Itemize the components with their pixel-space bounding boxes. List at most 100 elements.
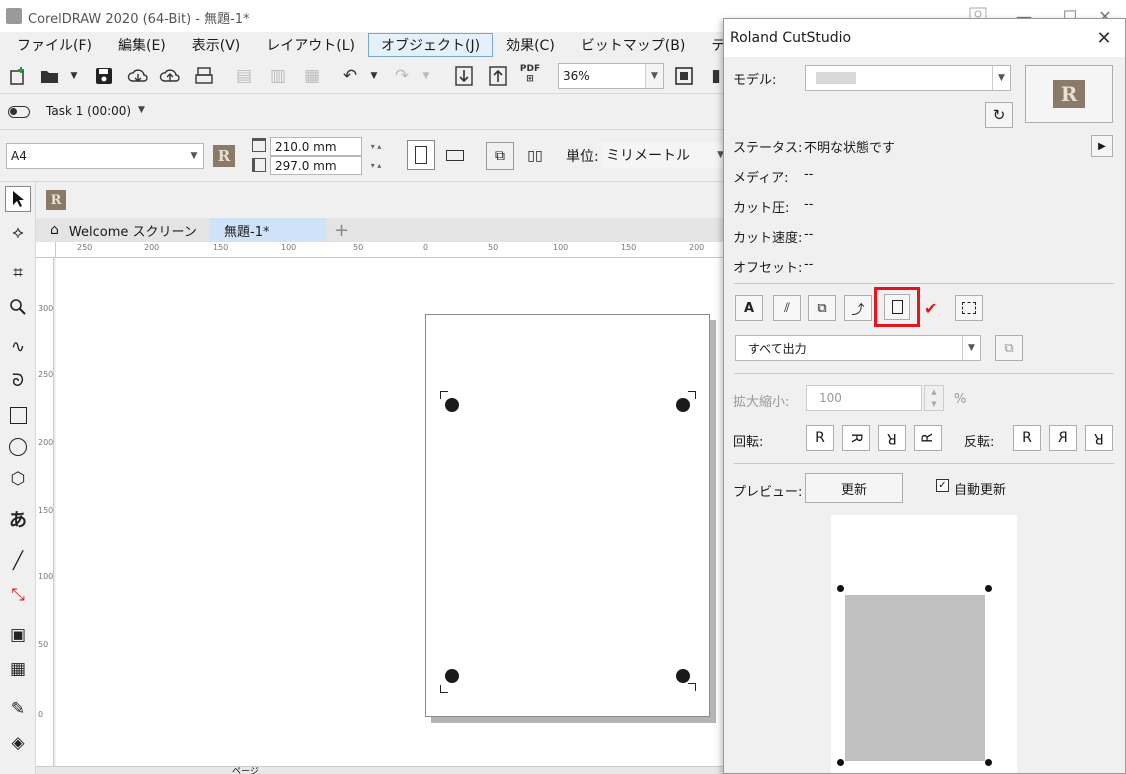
rotate-0-button[interactable]: R xyxy=(806,425,834,451)
weld-shapes-button[interactable]: ⧉ xyxy=(808,295,836,321)
rotate-180-label: R xyxy=(887,430,897,446)
text-outline-button[interactable]: A xyxy=(735,295,763,321)
text-tool-icon[interactable]: あ xyxy=(5,506,31,532)
refresh-button[interactable]: ↻ xyxy=(985,102,1013,128)
task-dropdown-icon[interactable]: ▼ xyxy=(138,105,145,115)
registration-mark[interactable] xyxy=(445,398,459,412)
portrait-orientation-button[interactable] xyxy=(407,140,435,170)
auto-update-checkbox[interactable]: ✓ xyxy=(936,479,949,492)
zoom-tool-icon[interactable] xyxy=(5,294,31,320)
page-width-input[interactable]: 210.0 mm xyxy=(270,137,362,156)
landscape-icon xyxy=(446,149,464,161)
mirror-horizontal-label: R xyxy=(1058,430,1068,446)
menu-effects[interactable]: 効果(C) xyxy=(493,33,568,57)
page-size-dropdown[interactable]: A4 ▼ xyxy=(6,143,204,169)
mirror-horizontal-button[interactable]: R xyxy=(1049,425,1077,451)
crop-marks-button-highlight[interactable] xyxy=(874,287,920,327)
transparency-tool-icon[interactable]: ▦ xyxy=(5,656,31,682)
update-preview-button[interactable]: 更新 xyxy=(805,473,903,503)
registration-mark[interactable] xyxy=(676,398,690,412)
status-label: ステータス: xyxy=(733,141,803,156)
pick-tool-icon[interactable] xyxy=(5,186,31,212)
horizontal-ruler[interactable]: 250 200 150 100 50 0 50 100 150 200 xyxy=(56,242,726,258)
ruler-corner[interactable] xyxy=(36,242,56,258)
preview-registration-mark xyxy=(837,759,844,766)
dialog-title: Roland CutStudio xyxy=(730,30,852,46)
mirror-vertical-button[interactable]: R xyxy=(1085,425,1113,451)
cutstudio-plugin-icon[interactable]: R xyxy=(213,145,235,167)
rotate-270-button[interactable]: R xyxy=(914,425,942,451)
checkmark-icon[interactable]: ✔ xyxy=(924,299,937,318)
menu-layout[interactable]: レイアウト(L) xyxy=(253,33,368,57)
current-page-icon[interactable]: ▯▯ xyxy=(522,142,548,170)
model-dropdown[interactable]: ▼ xyxy=(805,65,1011,91)
menu-edit[interactable]: 編集(E) xyxy=(105,33,179,57)
registration-mark[interactable] xyxy=(445,669,459,683)
expand-arrow-button[interactable]: ▶ xyxy=(1091,135,1113,157)
export-icon[interactable] xyxy=(486,64,510,88)
ruler-label: 200 xyxy=(689,243,705,252)
hatch-lines-button[interactable]: ⫽ xyxy=(773,295,801,321)
coreldraw-app-icon xyxy=(6,8,22,24)
undo-dropdown-icon[interactable]: ▼ xyxy=(362,64,386,88)
polygon-tool-icon[interactable]: ⬡ xyxy=(5,466,31,492)
cloud-upload-icon[interactable] xyxy=(158,64,182,88)
output-settings-button[interactable]: ⧉ xyxy=(995,335,1023,361)
menu-object[interactable]: オブジェクト(J) xyxy=(368,33,494,57)
rotate-180-button[interactable]: R xyxy=(878,425,906,451)
shape-tool-icon[interactable]: ⟡ xyxy=(5,220,31,246)
zoom-level-dropdown[interactable]: 36% ▼ xyxy=(558,63,664,89)
document-page[interactable] xyxy=(425,314,710,717)
print-icon[interactable] xyxy=(192,64,216,88)
open-dropdown-icon[interactable]: ▼ xyxy=(62,64,86,88)
vertical-ruler[interactable]: 300 250 200 150 100 50 0 xyxy=(36,258,54,774)
add-tab-button[interactable]: + xyxy=(326,218,356,242)
page-height-input[interactable]: 297.0 mm xyxy=(270,156,362,175)
cut-pressure-label: カット圧: xyxy=(733,201,790,216)
rotate-90-button[interactable]: R xyxy=(842,425,870,451)
crop-mark xyxy=(440,685,448,693)
tab-welcome[interactable]: ⌂ Welcome スクリーン xyxy=(36,218,210,242)
artistic-media-tool-icon[interactable]: ᘐ xyxy=(5,368,31,394)
width-spinner[interactable]: ▾ ▴ xyxy=(362,137,390,156)
tab-document[interactable]: 無題-1* xyxy=(210,218,326,242)
height-spinner[interactable]: ▾ ▴ xyxy=(362,156,390,175)
task-label[interactable]: Task 1 (00:00) xyxy=(46,104,131,118)
interactive-fill-tool-icon[interactable]: ◈ xyxy=(5,730,31,756)
drop-shadow-tool-icon[interactable]: ▣ xyxy=(5,622,31,648)
open-folder-icon[interactable] xyxy=(38,64,62,88)
publish-pdf-icon[interactable]: PDF ⊞ xyxy=(518,62,542,86)
dialog-close-button[interactable]: ✕ xyxy=(1089,25,1119,51)
menu-file[interactable]: ファイル(F) xyxy=(4,33,105,57)
parallel-dimension-tool-icon[interactable]: ╱ xyxy=(5,548,31,574)
cloud-download-icon[interactable] xyxy=(126,64,150,88)
import-icon[interactable] xyxy=(452,64,476,88)
registration-mark[interactable] xyxy=(676,669,690,683)
select-area-button[interactable] xyxy=(955,295,983,321)
output-dropdown[interactable]: すべて出力 ▼ xyxy=(735,335,981,361)
save-icon[interactable] xyxy=(92,64,116,88)
page-height-icon xyxy=(252,158,266,172)
freehand-tool-icon[interactable]: ∿ xyxy=(5,334,31,360)
page-navigator[interactable]: ページ xyxy=(36,766,726,774)
crop-tool-icon[interactable]: ⌗ xyxy=(5,260,31,286)
cutstudio-plugin-icon[interactable]: R xyxy=(46,190,66,210)
all-pages-icon[interactable]: ⧉ xyxy=(486,142,514,170)
new-document-icon[interactable] xyxy=(6,64,30,88)
connector-tool-icon[interactable]: ⤡ xyxy=(5,582,31,608)
full-screen-icon[interactable] xyxy=(672,64,696,88)
unit-dropdown[interactable]: ミリメートル ▼ xyxy=(602,142,726,168)
redo-icon: ↷ xyxy=(394,66,410,86)
cutstudio-launch-button[interactable]: R xyxy=(1025,65,1113,123)
rectangle-tool-icon[interactable] xyxy=(5,402,31,428)
landscape-orientation-button[interactable] xyxy=(441,140,469,170)
rotate-label: 回転: xyxy=(733,435,764,450)
cut-line-button[interactable]: ⤴ xyxy=(844,295,872,321)
undo-icon[interactable]: ↶ xyxy=(338,64,362,88)
menu-view[interactable]: 表示(V) xyxy=(179,33,254,57)
task-toggle-icon[interactable] xyxy=(8,106,30,118)
mirror-none-button[interactable]: R xyxy=(1013,425,1041,451)
eyedropper-tool-icon[interactable]: ✎ xyxy=(5,696,31,722)
menu-bitmaps[interactable]: ビットマップ(B) xyxy=(568,33,699,57)
ellipse-tool-icon[interactable] xyxy=(5,434,31,460)
